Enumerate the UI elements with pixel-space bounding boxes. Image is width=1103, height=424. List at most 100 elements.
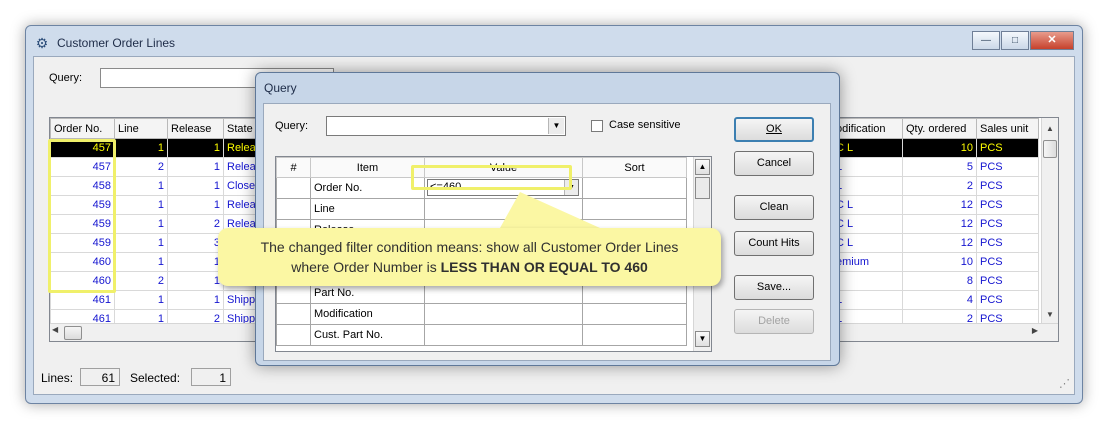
release-cell: 1 xyxy=(167,176,224,196)
column-header-index: # xyxy=(276,157,311,178)
table-row[interactable]: L2PCS xyxy=(832,176,1039,196)
table-row[interactable]: L5PCS xyxy=(832,157,1039,177)
gear-window-icon: ⚙ xyxy=(35,35,49,51)
chevron-down-icon[interactable]: ▼ xyxy=(548,118,564,134)
sales-unit-cell: PCS xyxy=(976,290,1039,310)
column-header-line[interactable]: Line xyxy=(114,118,168,139)
column-header-modification[interactable]: odification xyxy=(832,118,903,139)
column-header-sort: Sort xyxy=(582,157,687,178)
scroll-down-icon[interactable]: ▼ xyxy=(1042,306,1058,323)
criteria-index-cell[interactable] xyxy=(276,303,311,325)
selected-count: 1 xyxy=(191,368,231,386)
criteria-sort-cell[interactable] xyxy=(582,303,687,325)
case-sensitive-label: Case sensitive xyxy=(609,119,681,131)
value-highlight xyxy=(411,165,572,190)
qty-ordered-cell: 10 xyxy=(902,138,977,158)
criteria-item-cell: Order No. xyxy=(310,177,425,199)
maximize-button[interactable]: □ xyxy=(1001,31,1029,50)
criteria-value-cell[interactable] xyxy=(424,303,583,325)
sales-unit-cell: PCS xyxy=(976,271,1039,291)
release-cell: 1 xyxy=(167,195,224,215)
modification-cell: C L xyxy=(832,195,903,215)
callout-line-2-bold: LESS THAN OR EQUAL TO 460 xyxy=(440,259,648,275)
callout-line-1: The changed filter condition means: show… xyxy=(260,239,679,255)
criteria-value-cell[interactable] xyxy=(424,198,583,220)
table-row[interactable]: C L 12 PCS xyxy=(832,195,1039,215)
cancel-button[interactable]: Cancel xyxy=(734,151,814,176)
line-cell: 1 xyxy=(114,176,168,196)
criteria-item-cell: Modification xyxy=(310,303,425,325)
qty-ordered-cell: 5 xyxy=(902,157,977,177)
sales-unit-cell: PCS xyxy=(976,176,1039,196)
query-dialog: Query Query: ▼ Case sensitive # Item Val… xyxy=(255,72,840,366)
horizontal-scroll-thumb[interactable] xyxy=(64,326,82,340)
scroll-left-icon[interactable]: ◀ xyxy=(52,325,58,334)
qty-ordered-cell: 8 xyxy=(902,271,977,291)
criteria-index-cell[interactable] xyxy=(276,198,311,220)
line-cell: 1 xyxy=(114,252,168,272)
vertical-scrollbar[interactable]: ▲ ▼ xyxy=(1041,118,1058,325)
dialog-query-combo[interactable]: ▼ xyxy=(326,116,566,136)
table-row[interactable]: L4PCS xyxy=(832,290,1039,310)
criteria-sort-cell[interactable] xyxy=(582,177,687,199)
table-row[interactable]: emium 10 PCS xyxy=(832,252,1039,272)
minimize-button[interactable]: — xyxy=(972,31,1000,50)
modification-cell: L xyxy=(832,157,903,177)
clean-button[interactable]: Clean xyxy=(734,195,814,220)
query-label: Query: xyxy=(49,72,83,84)
line-cell: 1 xyxy=(114,195,168,215)
criteria-sort-cell[interactable] xyxy=(582,198,687,220)
criteria-row[interactable]: Modification xyxy=(276,303,687,325)
title-bar[interactable]: ⚙ Customer Order Lines — □ ✕ xyxy=(26,26,1082,56)
column-header-sales-unit[interactable]: Sales unit xyxy=(976,118,1039,139)
close-button[interactable]: ✕ xyxy=(1030,31,1074,50)
line-cell: 2 xyxy=(114,157,168,177)
dialog-query-label: Query: xyxy=(275,120,309,132)
release-cell: 1 xyxy=(167,290,224,310)
table-row[interactable]: C L 12 PCS xyxy=(832,214,1039,234)
scroll-up-icon[interactable]: ▲ xyxy=(695,159,710,175)
resize-grip-icon[interactable]: ⋰ xyxy=(1059,377,1070,390)
delete-button: Delete xyxy=(734,309,814,334)
column-header-release[interactable]: Release xyxy=(167,118,224,139)
ok-label: OK xyxy=(766,123,782,135)
qty-ordered-cell: 12 xyxy=(902,195,977,215)
criteria-index-cell[interactable] xyxy=(276,324,311,346)
scroll-up-icon[interactable]: ▲ xyxy=(1042,120,1058,137)
line-cell: 1 xyxy=(114,290,168,310)
table-row[interactable]: 461 1 1 Shipp xyxy=(50,290,264,310)
scroll-right-icon[interactable]: ▶ xyxy=(1032,326,1038,335)
ok-button[interactable]: OK xyxy=(734,117,814,142)
selected-label: Selected: xyxy=(130,371,181,385)
criteria-index-cell[interactable] xyxy=(276,177,311,199)
order-no-highlight xyxy=(48,139,116,293)
scroll-down-icon[interactable]: ▼ xyxy=(695,331,710,347)
save-button[interactable]: Save... xyxy=(734,275,814,300)
window-title: Customer Order Lines xyxy=(57,36,176,50)
table-row[interactable]: 8 PCS xyxy=(832,271,1039,291)
column-header-order-no[interactable]: Order No. xyxy=(50,118,115,139)
dialog-title: Query xyxy=(264,81,297,95)
case-sensitive-checkbox[interactable] xyxy=(591,120,603,132)
modification-cell xyxy=(832,271,903,291)
release-cell: 2 xyxy=(167,214,224,234)
criteria-sort-cell[interactable] xyxy=(582,324,687,346)
modification-cell: L xyxy=(832,290,903,310)
modification-cell: C L xyxy=(832,214,903,234)
table-row[interactable]: C L 10 PCS xyxy=(832,138,1039,158)
order-no-cell: 461 xyxy=(50,290,115,310)
criteria-value-cell[interactable] xyxy=(424,324,583,346)
callout-line-2: where Order Number is LESS THAN OR EQUAL… xyxy=(218,257,721,277)
qty-ordered-cell: 2 xyxy=(902,176,977,196)
criteria-scroll-thumb[interactable] xyxy=(695,177,710,199)
criteria-row[interactable]: Line xyxy=(276,198,687,220)
annotation-callout: The changed filter condition means: show… xyxy=(218,228,721,286)
count-hits-button[interactable]: Count Hits xyxy=(734,231,814,256)
table-row[interactable]: C L 12 PCS xyxy=(832,233,1039,253)
criteria-row[interactable]: Cust. Part No. xyxy=(276,324,687,346)
column-header-qty-ordered[interactable]: Qty. ordered xyxy=(902,118,977,139)
scroll-thumb[interactable] xyxy=(1043,140,1057,158)
release-cell: 1 xyxy=(167,138,224,158)
callout-line-2-prefix: where Order Number is xyxy=(291,259,441,275)
sales-unit-cell: PCS xyxy=(976,252,1039,272)
